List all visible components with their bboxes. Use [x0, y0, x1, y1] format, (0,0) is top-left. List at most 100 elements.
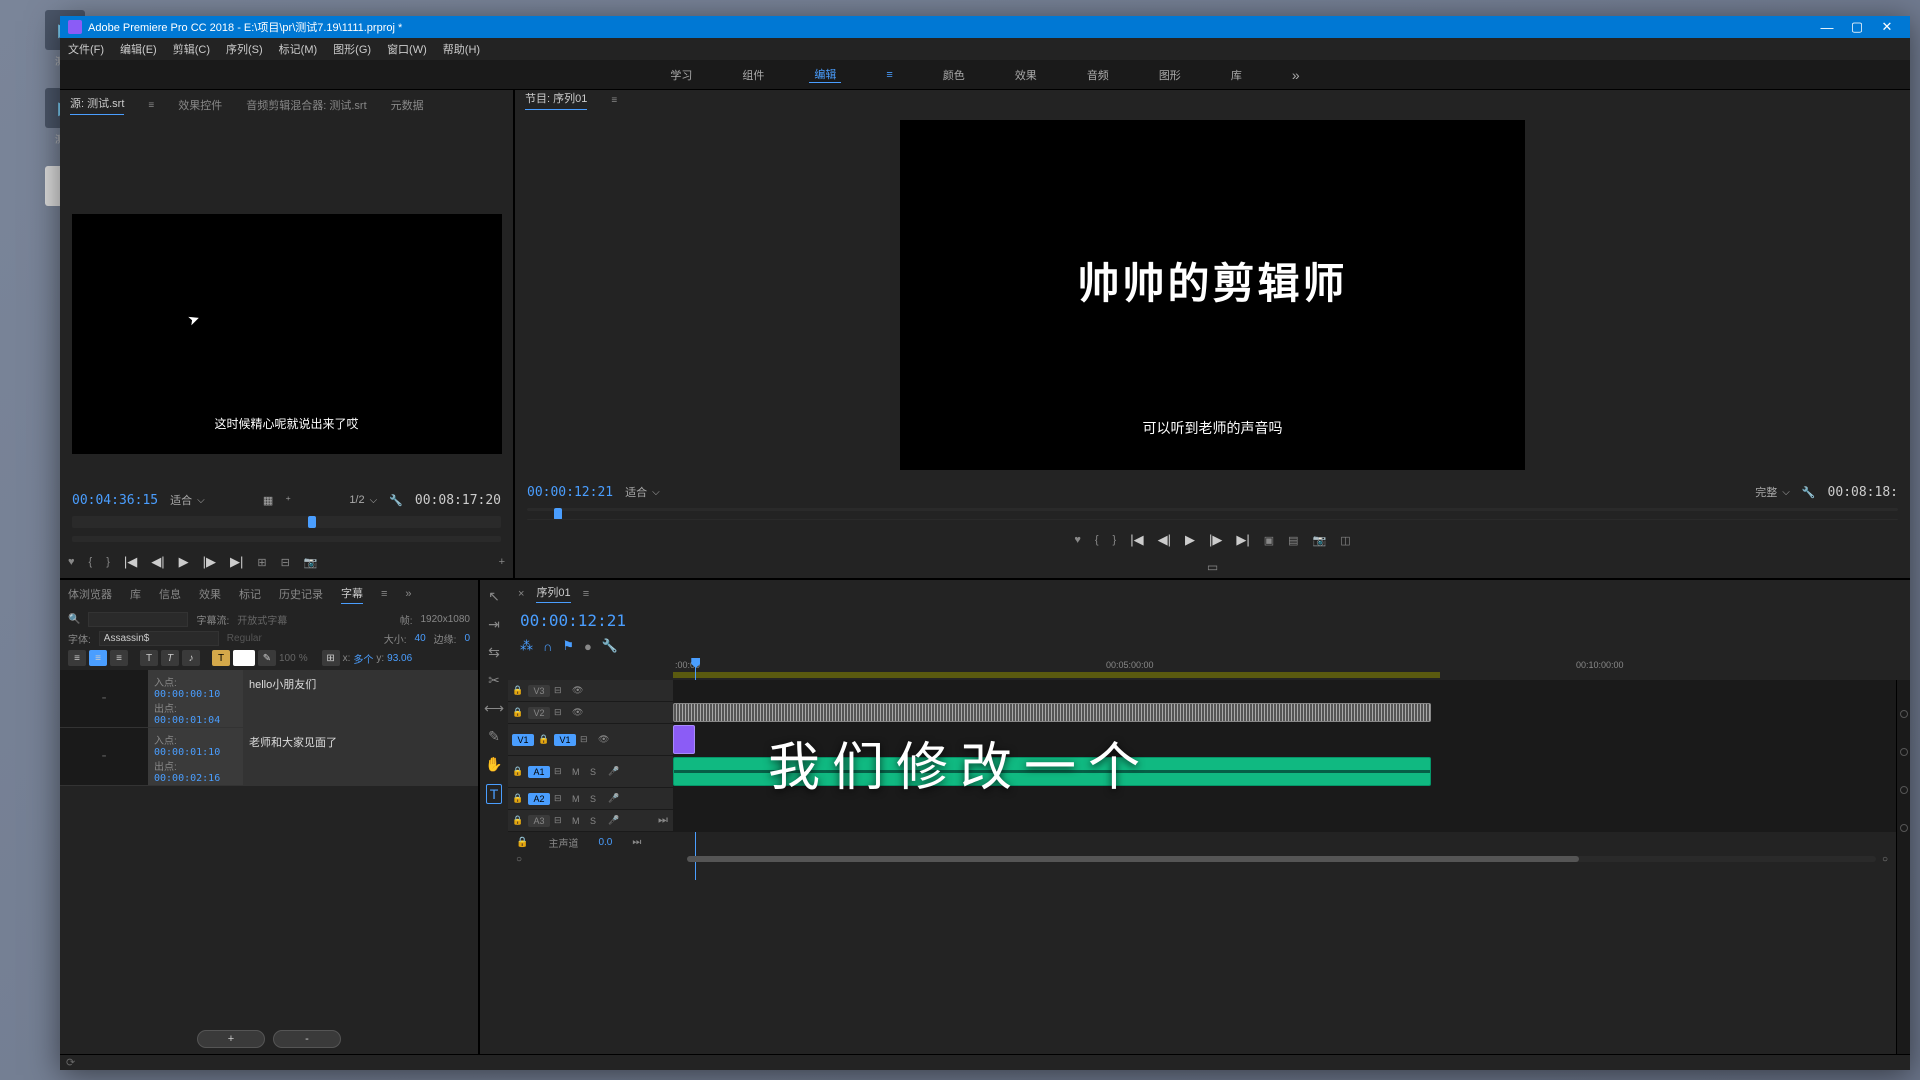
mark-out-icon[interactable]: } — [106, 556, 110, 568]
selection-tool-icon[interactable]: ↖ — [488, 588, 500, 605]
track-v1[interactable] — [673, 724, 1896, 755]
solo-icon[interactable]: S — [590, 767, 604, 777]
step-back-icon[interactable]: ◀| — [1158, 532, 1171, 548]
menu-help[interactable]: 帮助(H) — [443, 41, 480, 57]
track-header-v2[interactable]: 🔒 V2 ⊟ 👁 — [508, 702, 673, 723]
sync-lock-icon[interactable]: ⊟ — [554, 815, 568, 826]
tab-program[interactable]: 节目: 序列01 — [525, 90, 587, 110]
tab-markers[interactable]: 标记 — [239, 586, 261, 602]
lift-icon[interactable]: ▣ — [1264, 534, 1274, 547]
workspace-editing[interactable]: 编辑 — [809, 66, 841, 83]
workspace-effects[interactable]: 效果 — [1010, 67, 1042, 83]
fg-color-icon[interactable] — [233, 650, 255, 666]
edge-value[interactable]: 0 — [464, 633, 470, 644]
marker-icon[interactable]: ♥ — [1074, 534, 1081, 546]
align-center-icon[interactable]: ≡ — [89, 650, 107, 666]
tab-info[interactable]: 信息 — [159, 586, 181, 602]
solo-icon[interactable]: S — [590, 794, 604, 804]
voice-over-icon[interactable]: 🎤 — [608, 766, 622, 777]
pen-tool-icon[interactable]: ✎ — [488, 728, 500, 745]
panel-menu-icon[interactable]: ≡ — [583, 588, 589, 600]
toggle-output-icon[interactable]: 👁 — [572, 707, 586, 718]
source-scrubber[interactable] — [72, 516, 501, 528]
toggle-output-icon[interactable]: 👁 — [572, 685, 586, 696]
track-select-tool-icon[interactable]: ⇥ — [488, 616, 500, 633]
in-timecode[interactable]: 00:00:00:10 — [154, 689, 220, 700]
skip-icon[interactable]: ⏭ — [632, 837, 641, 848]
go-to-out-icon[interactable]: ▶| — [230, 554, 243, 570]
add-button-icon[interactable]: + — [499, 556, 505, 568]
track-label[interactable]: A2 — [528, 793, 550, 805]
minimize-button[interactable]: — — [1812, 20, 1842, 35]
timeline-scroll[interactable] — [687, 856, 1876, 862]
out-timecode[interactable]: 00:00:01:04 — [154, 715, 220, 726]
settings-icon[interactable]: ● — [584, 639, 592, 654]
track-header-v1[interactable]: V1 🔒 V1 ⊟ 👁 — [508, 724, 673, 755]
workspace-assembly[interactable]: 组件 — [737, 67, 769, 83]
master-value[interactable]: 0.0 — [598, 837, 612, 848]
mark-in-icon[interactable]: { — [89, 556, 93, 568]
extract-icon[interactable]: ▤ — [1288, 534, 1298, 547]
mark-out-icon[interactable]: } — [1113, 534, 1117, 546]
tab-browser[interactable]: 体浏览器 — [68, 586, 112, 602]
wrench-icon[interactable]: 🔧 — [1802, 486, 1816, 499]
sequence-tab[interactable]: 序列01 — [536, 584, 570, 603]
snap-icon[interactable]: ⁂ — [520, 638, 533, 654]
maximize-button[interactable]: ▢ — [1842, 19, 1872, 35]
export-frame-icon[interactable]: 📷 — [304, 556, 318, 569]
panel-menu-icon[interactable]: ≡ — [611, 95, 617, 106]
voice-over-icon[interactable]: 🎤 — [608, 815, 622, 826]
lock-icon[interactable]: 🔒 — [512, 793, 524, 804]
caption-item[interactable]: ━ 入点: 00:00:00:10 出点: 00:00:01:04 hello小… — [60, 670, 478, 728]
menu-clip[interactable]: 剪辑(C) — [173, 41, 210, 57]
source-timecode-out[interactable]: 00:08:17:20 — [415, 493, 501, 508]
voice-over-icon[interactable]: 🎤 — [608, 793, 622, 804]
lock-icon[interactable]: 🔒 — [538, 734, 550, 745]
track-label[interactable]: A3 — [528, 815, 550, 827]
timeline-ruler[interactable]: :00:00 00:05:00:00 00:10:00:00 — [673, 658, 1910, 680]
caption-text[interactable]: 老师和大家见面了 — [243, 728, 478, 785]
track-a3[interactable]: ⏭ — [673, 810, 1896, 831]
program-timecode-in[interactable]: 00:00:12:21 — [527, 485, 613, 500]
audio-clip[interactable] — [673, 757, 1431, 786]
step-forward-icon[interactable]: |▶ — [203, 554, 216, 570]
ripple-tool-icon[interactable]: ⇆ — [488, 644, 500, 661]
caption-text[interactable]: hello小朋友们 — [243, 670, 478, 727]
source-monitor[interactable]: 这时候精心呢就说出来了哎 — [72, 214, 502, 454]
tab-source[interactable]: 源: 测试.srt — [70, 95, 124, 115]
mark-in-icon[interactable]: { — [1095, 534, 1099, 546]
track-header-v3[interactable]: 🔒 V3 ⊟ 👁 — [508, 680, 673, 701]
program-zoom-dropdown[interactable]: 适合 — [625, 484, 660, 500]
skip-icon[interactable]: ⏭ — [658, 814, 668, 827]
menu-sequence[interactable]: 序列(S) — [226, 41, 263, 57]
font-style[interactable]: Regular — [227, 633, 262, 644]
source-zoom-bar[interactable] — [72, 536, 501, 542]
panel-menu-icon[interactable]: ≡ — [381, 588, 387, 600]
track-label[interactable]: V2 — [528, 707, 550, 719]
lock-icon[interactable]: 🔒 — [512, 815, 524, 826]
safe-margins-icon[interactable]: ▭ — [1207, 560, 1218, 574]
sync-lock-icon[interactable]: ⊟ — [580, 734, 594, 745]
stream-value[interactable]: 开放式字幕 — [237, 612, 287, 627]
program-scrubber[interactable] — [527, 508, 1898, 511]
sync-lock-icon[interactable]: ⊟ — [554, 766, 568, 777]
go-to-out-icon[interactable]: ▶| — [1236, 532, 1249, 548]
program-timecode-out[interactable]: 00:08:18: — [1828, 485, 1898, 500]
track-label[interactable]: V1 — [554, 734, 576, 746]
bg-color-icon[interactable]: T — [212, 650, 230, 666]
remove-caption-button[interactable]: - — [273, 1030, 341, 1048]
menu-window[interactable]: 窗口(W) — [387, 41, 427, 57]
slip-tool-icon[interactable]: ⟷ — [484, 700, 504, 717]
track-a1[interactable] — [673, 756, 1896, 787]
sync-lock-icon[interactable]: ⊟ — [554, 707, 568, 718]
source-timecode-in[interactable]: 00:04:36:15 — [72, 493, 158, 508]
text-italic-icon[interactable]: T — [161, 650, 179, 666]
tab-metadata[interactable]: 元数据 — [391, 97, 424, 113]
mute-icon[interactable]: M — [572, 816, 586, 826]
out-timecode[interactable]: 00:00:02:16 — [154, 773, 220, 784]
lock-icon[interactable]: 🔒 — [512, 685, 524, 696]
insert-icon[interactable]: ⊞ — [257, 556, 266, 569]
add-caption-button[interactable]: + — [197, 1030, 265, 1048]
timeline-timecode[interactable]: 00:00:12:21 — [520, 611, 626, 630]
program-monitor[interactable]: 帅帅的剪辑师 可以听到老师的声音吗 — [900, 120, 1525, 470]
